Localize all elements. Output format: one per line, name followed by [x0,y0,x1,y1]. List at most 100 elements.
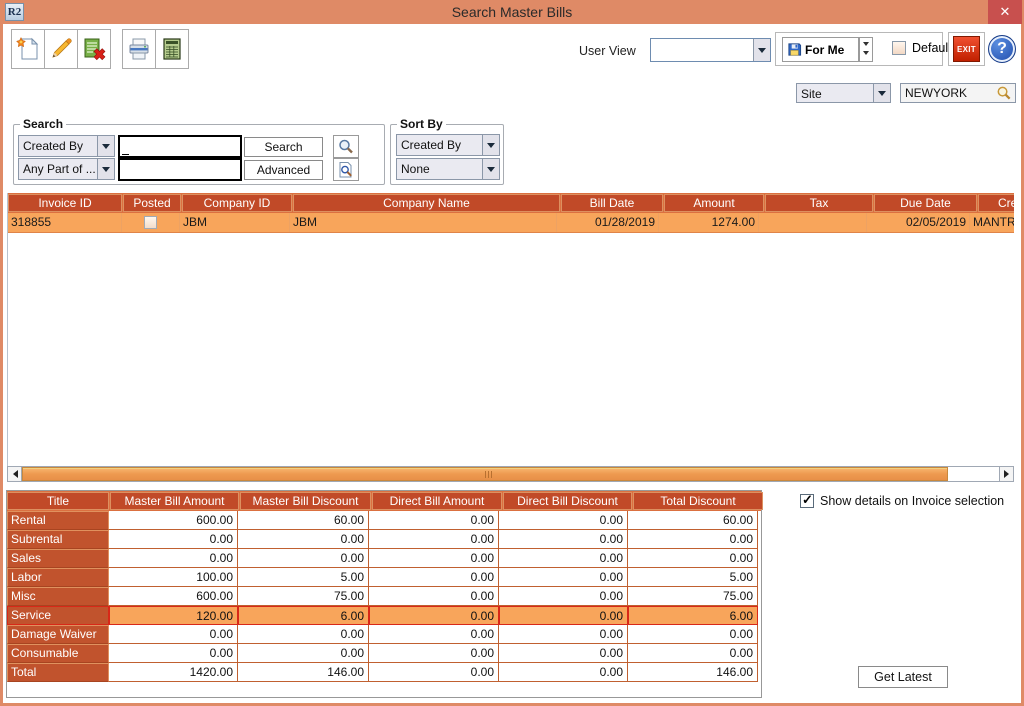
details-value-cell: 6.00 [238,606,369,625]
window-title: Search Master Bills [0,0,1024,24]
chevron-down-icon[interactable] [482,159,499,179]
invoice-header-cell[interactable]: Amount [664,194,764,212]
close-button[interactable]: ✕ [988,0,1022,24]
details-row[interactable]: Rental600.0060.000.000.0060.00 [7,511,761,530]
sort-primary-combobox[interactable]: Created By [396,134,500,156]
details-row[interactable]: Total1420.00146.000.000.00146.00 [7,663,761,682]
scroll-right-button[interactable] [999,467,1013,481]
invoice-header-cell[interactable]: Created By [978,194,1014,212]
invoice-header-cell[interactable]: Company Name [293,194,560,212]
edit-button[interactable] [44,29,78,69]
scroll-left-button[interactable] [8,467,22,481]
site-combo-value: Site [797,84,873,102]
details-value-cell: 75.00 [628,587,758,606]
advanced-button[interactable]: Advanced [244,160,323,180]
magnifier-icon[interactable] [995,85,1012,102]
details-row[interactable]: Misc600.0075.000.000.0075.00 [7,587,761,606]
chevron-down-icon[interactable] [482,135,499,155]
chevron-down-icon[interactable] [97,136,114,156]
details-value-cell: 0.00 [499,549,628,568]
posted-checkbox[interactable] [144,216,157,229]
arrow-left-icon [9,470,18,478]
search-input-primary[interactable] [118,135,242,158]
details-title-cell: Total [7,663,109,682]
show-details-checkbox[interactable]: ✓ [800,494,814,508]
invoice-header-cell[interactable]: Tax [765,194,873,212]
exit-button[interactable]: EXIT [953,36,980,62]
invoice-header-cell[interactable]: Invoice ID [8,194,122,212]
chevron-down-icon[interactable] [97,159,114,179]
details-value-cell: 0.00 [238,644,369,663]
details-header-cell[interactable]: Master Bill Discount [240,492,371,510]
details-value-cell: 600.00 [109,587,238,606]
search-input-secondary[interactable] [118,158,242,181]
details-header-cell[interactable]: Master Bill Amount [110,492,239,510]
details-row[interactable]: Consumable0.000.000.000.000.00 [7,644,761,663]
details-value-cell: 0.00 [109,625,238,644]
invoice-header-cell[interactable]: Bill Date [561,194,663,212]
search-magnifier-button[interactable] [333,135,359,158]
site-combobox[interactable]: Site [796,83,891,103]
details-title-cell: Sales [7,549,109,568]
details-value-cell: 0.00 [369,549,499,568]
help-button[interactable]: ? [988,35,1016,63]
details-value-cell: 0.00 [369,663,499,682]
details-row[interactable]: Damage Waiver0.000.000.000.000.00 [7,625,761,644]
text-caret [122,154,129,155]
advanced-find-icon [337,161,355,179]
details-value-cell: 0.00 [499,511,628,530]
advanced-find-button[interactable] [333,158,359,181]
details-value-cell: 0.00 [628,625,758,644]
details-value-cell: 60.00 [628,511,758,530]
get-latest-button[interactable]: Get Latest [858,666,948,688]
site-search-field[interactable]: NEWYORK [900,83,1016,103]
details-header-cell[interactable]: Total Discount [633,492,763,510]
sort-secondary-combobox[interactable]: None [396,158,500,180]
search-field-combobox[interactable]: Created By [18,135,115,157]
details-header-cell[interactable]: Title [7,492,109,510]
new-document-icon [15,36,41,62]
details-value-cell: 0.00 [499,625,628,644]
invoice-header-cell[interactable]: Posted [123,194,181,212]
details-value-cell: 0.00 [369,568,499,587]
user-view-combobox[interactable] [650,38,771,62]
user-view-value [651,39,753,61]
delete-button[interactable] [77,29,111,69]
help-icon: ? [997,40,1007,57]
for-me-button[interactable]: For Me [782,37,859,62]
scrollbar-thumb[interactable] [22,467,948,481]
details-header-cell[interactable]: Direct Bill Amount [372,492,502,510]
print-button[interactable] [122,29,156,69]
chevron-down-icon[interactable] [753,39,770,61]
search-button[interactable]: Search [244,137,323,157]
details-value-cell: 0.00 [499,606,628,625]
details-value-cell: 0.00 [238,549,369,568]
details-header-cell[interactable]: Direct Bill Discount [503,492,632,510]
printer-icon [126,36,152,62]
details-row[interactable]: Service120.006.000.000.006.00 [7,606,761,625]
arrow-right-icon [1004,470,1013,478]
details-value-cell: 75.00 [238,587,369,606]
default-checkbox[interactable] [892,41,906,55]
export-button[interactable] [155,29,189,69]
scrollbar-track[interactable] [948,467,994,481]
bill-date-cell: 01/28/2019 [557,213,659,232]
search-match-combobox[interactable]: Any Part of ... [18,158,115,180]
invoice-header-cell[interactable]: Due Date [874,194,977,212]
titlebar: R2 Search Master Bills ✕ [0,0,1024,24]
details-row[interactable]: Labor100.005.000.000.005.00 [7,568,761,587]
details-row[interactable]: Subrental0.000.000.000.000.00 [7,530,761,549]
chevron-down-icon[interactable] [873,84,890,102]
user-view-label: User View [579,44,643,58]
details-value-cell: 0.00 [499,568,628,587]
details-row[interactable]: Sales0.000.000.000.000.00 [7,549,761,568]
details-value-cell: 0.00 [628,644,758,663]
for-me-spinner[interactable] [859,37,873,62]
sort-by-groupbox: Sort By Created By None [390,124,504,185]
window: R2 Search Master Bills ✕ [0,0,1024,706]
details-value-cell: 0.00 [499,644,628,663]
details-title-cell: Service [7,606,109,625]
invoice-header-cell[interactable]: Company ID [182,194,292,212]
invoice-row[interactable]: 318855 JBM JBM 01/28/2019 1274.00 02/05/… [8,213,1014,233]
new-button[interactable] [11,29,45,69]
